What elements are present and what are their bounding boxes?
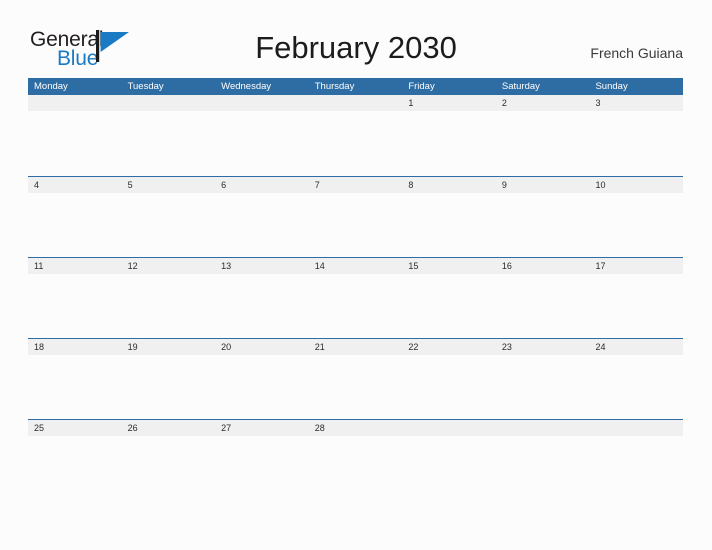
day-cell[interactable]: 12 <box>122 258 216 274</box>
day-cell[interactable] <box>402 420 496 436</box>
weekday-header-monday: Monday <box>34 81 68 92</box>
day-cell[interactable]: 18 <box>28 339 122 355</box>
week-event-area[interactable] <box>28 436 683 501</box>
day-cell[interactable]: 15 <box>402 258 496 274</box>
day-cell[interactable]: 2 <box>496 95 590 111</box>
day-cell[interactable]: 4 <box>28 177 122 193</box>
week-row: 1 2 3 <box>28 95 683 176</box>
day-cell[interactable]: 27 <box>215 420 309 436</box>
week-row: 18 19 20 21 22 23 24 <box>28 338 683 419</box>
day-cell[interactable] <box>122 95 216 111</box>
day-cell[interactable]: 10 <box>589 177 683 193</box>
day-cell[interactable]: 6 <box>215 177 309 193</box>
week-row: 4 5 6 7 8 9 10 <box>28 176 683 257</box>
day-cell[interactable]: 14 <box>309 258 403 274</box>
day-cell[interactable]: 17 <box>589 258 683 274</box>
day-cell[interactable]: 8 <box>402 177 496 193</box>
day-cell[interactable]: 13 <box>215 258 309 274</box>
weekday-header-saturday: Saturday <box>501 81 540 92</box>
day-cell[interactable]: 7 <box>309 177 403 193</box>
week-date-band: 25 26 27 28 <box>28 420 683 436</box>
weekday-header-sunday: Sunday <box>595 81 628 92</box>
day-cell[interactable]: 20 <box>215 339 309 355</box>
day-cell[interactable] <box>215 95 309 111</box>
calendar-page: General Blue February 2030 French Guiana… <box>0 0 712 550</box>
day-cell[interactable]: 11 <box>28 258 122 274</box>
day-cell[interactable]: 23 <box>496 339 590 355</box>
week-row: 25 26 27 28 <box>28 419 683 500</box>
day-cell[interactable]: 9 <box>496 177 590 193</box>
logo-text-blue: Blue <box>57 47 99 70</box>
day-cell[interactable] <box>589 420 683 436</box>
day-cell[interactable] <box>28 95 122 111</box>
day-cell[interactable]: 3 <box>589 95 683 111</box>
week-date-band: 11 12 13 14 15 16 17 <box>28 258 683 274</box>
week-date-band: 18 19 20 21 22 23 24 <box>28 339 683 355</box>
day-cell[interactable]: 21 <box>309 339 403 355</box>
calendar-grid: Monday Tuesday Wednesday Thursday Friday… <box>28 78 683 500</box>
day-cell[interactable] <box>309 95 403 111</box>
week-event-area[interactable] <box>28 111 683 176</box>
day-cell[interactable]: 28 <box>309 420 403 436</box>
day-cell[interactable]: 24 <box>589 339 683 355</box>
week-row: 11 12 13 14 15 16 17 <box>28 257 683 338</box>
week-event-area[interactable] <box>28 274 683 339</box>
week-event-area[interactable] <box>28 193 683 258</box>
weekday-header-row: Monday Tuesday Wednesday Thursday Friday… <box>28 78 683 95</box>
day-cell[interactable]: 16 <box>496 258 590 274</box>
weekday-header-tuesday: Tuesday <box>127 81 164 92</box>
week-event-area[interactable] <box>28 355 683 420</box>
weekday-header-thursday: Thursday <box>314 81 355 92</box>
page-header: General Blue February 2030 French Guiana <box>0 0 712 78</box>
day-cell[interactable]: 26 <box>122 420 216 436</box>
day-cell[interactable]: 5 <box>122 177 216 193</box>
day-cell[interactable]: 25 <box>28 420 122 436</box>
day-cell[interactable]: 22 <box>402 339 496 355</box>
general-blue-logo[interactable]: General Blue <box>30 28 160 74</box>
day-cell[interactable]: 1 <box>402 95 496 111</box>
blue-triangle-flag-icon <box>96 30 133 62</box>
day-cell[interactable]: 19 <box>122 339 216 355</box>
week-date-band: 4 5 6 7 8 9 10 <box>28 177 683 193</box>
page-title: February 2030 <box>255 30 457 65</box>
location-label: French Guiana <box>590 45 683 61</box>
weekday-header-wednesday: Wednesday <box>221 81 272 92</box>
day-cell[interactable] <box>496 420 590 436</box>
week-date-band: 1 2 3 <box>28 95 683 111</box>
weekday-header-friday: Friday <box>408 81 435 92</box>
